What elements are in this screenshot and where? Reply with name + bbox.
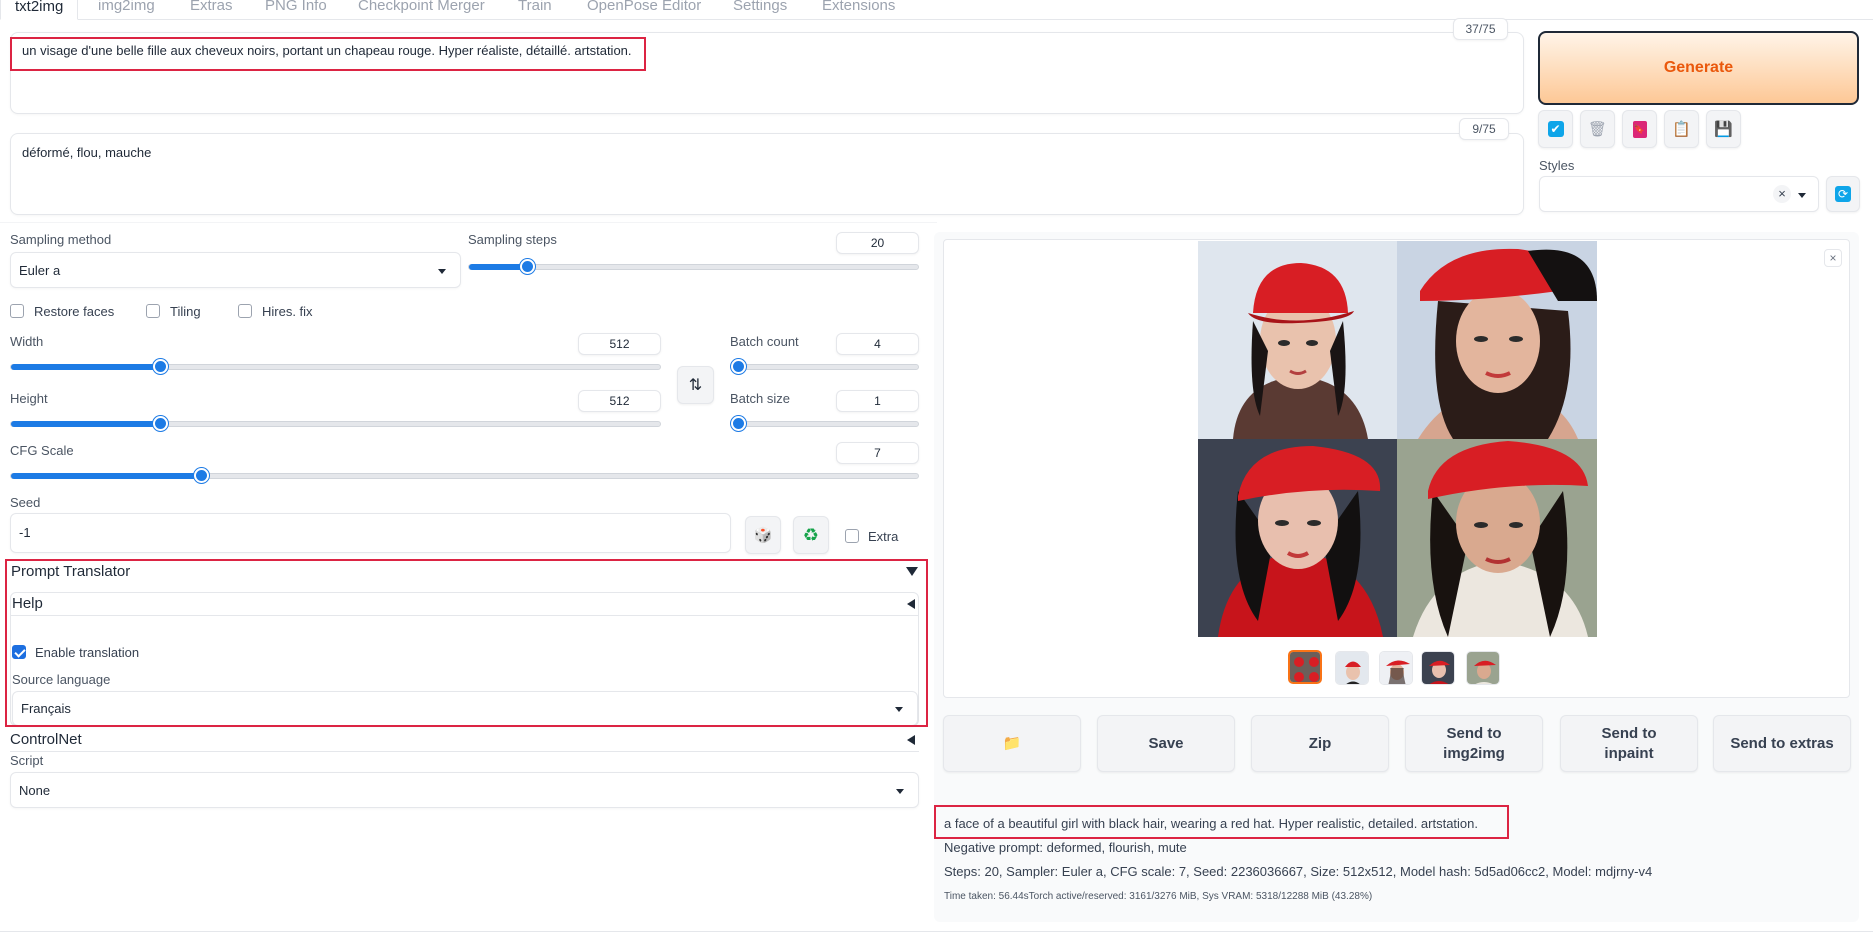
- prompt-textarea[interactable]: un visage d'une belle fille aux cheveux …: [10, 32, 1524, 114]
- open-folder-button[interactable]: 📁: [943, 715, 1081, 772]
- tab-extensions[interactable]: Extensions: [822, 0, 895, 20]
- gallery-thumbnail[interactable]: [1335, 651, 1369, 685]
- sampling-method-dropdown[interactable]: Euler a: [10, 252, 461, 288]
- height-input[interactable]: 512: [578, 390, 661, 412]
- negative-prompt-text: déformé, flou, mauche: [22, 145, 152, 160]
- generation-info-negative: Negative prompt: deformed, flourish, mut…: [944, 840, 1187, 855]
- reuse-seed-icon[interactable]: ♻: [793, 516, 829, 554]
- divider: [0, 931, 1873, 932]
- hires-fix-label: Hires. fix: [262, 304, 313, 319]
- hires-fix-checkbox[interactable]: [238, 304, 252, 318]
- negative-token-counter: 9/75: [1459, 118, 1509, 140]
- save-style-icon[interactable]: 💾: [1706, 110, 1741, 148]
- width-label: Width: [10, 334, 44, 349]
- script-label: Script: [10, 753, 44, 768]
- folder-icon: 📁: [1002, 734, 1022, 752]
- chevron-down-icon: [895, 707, 903, 712]
- source-language-label: Source language: [12, 672, 111, 687]
- extra-seed-label: Extra: [868, 529, 899, 544]
- tiling-checkbox[interactable]: [146, 304, 160, 318]
- cfg-scale-slider[interactable]: [10, 468, 919, 483]
- refresh-styles-icon[interactable]: ⟳: [1826, 176, 1860, 212]
- generation-info-time: Time taken: 56.44sTorch active/reserved:…: [944, 891, 1373, 902]
- zip-button[interactable]: Zip: [1251, 715, 1389, 772]
- batch-size-label: Batch size: [730, 391, 790, 406]
- generation-info-prompt: a face of a beautiful girl with black ha…: [944, 816, 1479, 831]
- generation-info-params: Steps: 20, Sampler: Euler a, CFG scale: …: [944, 864, 1653, 879]
- batch-count-label: Batch count: [730, 334, 799, 349]
- help-title[interactable]: Help: [12, 595, 43, 612]
- cfg-scale-input[interactable]: 7: [836, 442, 919, 464]
- generate-button[interactable]: Generate: [1538, 31, 1859, 105]
- tab-txt2img[interactable]: txt2img: [0, 0, 79, 20]
- gallery-thumbnail[interactable]: [1379, 651, 1413, 685]
- script-dropdown[interactable]: None: [10, 772, 919, 808]
- clear-styles-icon[interactable]: ×: [1773, 185, 1791, 203]
- expand-triangle-icon[interactable]: [907, 735, 915, 745]
- chevron-down-icon: [1798, 193, 1806, 198]
- width-input[interactable]: 512: [578, 333, 661, 355]
- source-language-dropdown[interactable]: Français: [12, 691, 918, 726]
- generated-image-grid[interactable]: [1198, 241, 1597, 637]
- restore-faces-checkbox[interactable]: [10, 304, 24, 318]
- tab-openpose-editor[interactable]: OpenPose Editor: [587, 0, 701, 20]
- negative-prompt-textarea[interactable]: déformé, flou, mauche: [10, 133, 1524, 215]
- prompt-text: un visage d'une belle fille aux cheveux …: [22, 43, 632, 58]
- height-label: Height: [10, 391, 48, 406]
- extra-seed-checkbox[interactable]: [845, 529, 859, 543]
- tab-bar: txt2img img2img Extras PNG Info Checkpoi…: [0, 0, 1873, 20]
- save-button[interactable]: Save: [1097, 715, 1235, 772]
- enable-translation-label: Enable translation: [35, 645, 140, 660]
- send-to-extras-button[interactable]: Send to extras: [1713, 715, 1851, 772]
- batch-size-input[interactable]: 1: [836, 390, 919, 412]
- divider: [10, 751, 919, 752]
- expand-triangle-icon[interactable]: [907, 599, 915, 609]
- divider: [10, 615, 919, 616]
- trash-icon[interactable]: 🗑: [1580, 110, 1615, 148]
- sampling-steps-slider[interactable]: [468, 259, 919, 274]
- send-to-img2img-button[interactable]: Send to img2img: [1405, 715, 1543, 772]
- seed-input[interactable]: -1: [10, 513, 731, 553]
- sampling-steps-label: Sampling steps: [468, 232, 557, 247]
- gallery-thumbnail[interactable]: [1466, 651, 1500, 685]
- sampling-steps-input[interactable]: 20: [836, 232, 919, 254]
- close-icon[interactable]: ×: [1824, 249, 1842, 267]
- chevron-down-icon: [438, 269, 446, 274]
- tab-settings[interactable]: Settings: [733, 0, 787, 20]
- prompt-translator-title[interactable]: Prompt Translator: [11, 563, 130, 580]
- paste-params-icon[interactable]: ✔: [1538, 110, 1573, 148]
- clipboard-icon[interactable]: 📋: [1664, 110, 1699, 148]
- tab-extras[interactable]: Extras: [190, 0, 233, 20]
- extra-networks-icon[interactable]: 🔖: [1622, 110, 1657, 148]
- height-slider[interactable]: [10, 416, 661, 431]
- prompt-token-counter: 37/75: [1453, 18, 1508, 40]
- styles-label: Styles: [1539, 158, 1575, 173]
- seed-label: Seed: [10, 495, 41, 510]
- tab-checkpoint-merger[interactable]: Checkpoint Merger: [358, 0, 485, 20]
- tiling-label: Tiling: [170, 304, 201, 319]
- random-seed-icon[interactable]: 🎲: [745, 516, 781, 554]
- styles-dropdown[interactable]: ×: [1539, 176, 1819, 212]
- enable-translation-checkbox[interactable]: [12, 645, 26, 659]
- batch-count-input[interactable]: 4: [836, 333, 919, 355]
- tab-img2img[interactable]: img2img: [98, 0, 155, 20]
- controlnet-title[interactable]: ControlNet: [10, 731, 82, 748]
- width-slider[interactable]: [10, 359, 661, 374]
- cfg-scale-label: CFG Scale: [10, 443, 74, 458]
- collapse-triangle-icon[interactable]: [906, 567, 918, 576]
- batch-size-slider[interactable]: [730, 416, 919, 431]
- tab-train[interactable]: Train: [518, 0, 552, 20]
- gallery-thumbnail[interactable]: [1288, 650, 1322, 684]
- send-to-inpaint-button[interactable]: Send to inpaint: [1560, 715, 1698, 772]
- sampling-method-label: Sampling method: [10, 232, 112, 247]
- batch-count-slider[interactable]: [730, 359, 919, 374]
- gallery-thumbnail[interactable]: [1421, 651, 1455, 685]
- restore-faces-label: Restore faces: [34, 304, 115, 319]
- tab-png-info[interactable]: PNG Info: [265, 0, 327, 20]
- swap-dimensions-icon[interactable]: ⇅: [677, 366, 714, 404]
- chevron-down-icon: [896, 789, 904, 794]
